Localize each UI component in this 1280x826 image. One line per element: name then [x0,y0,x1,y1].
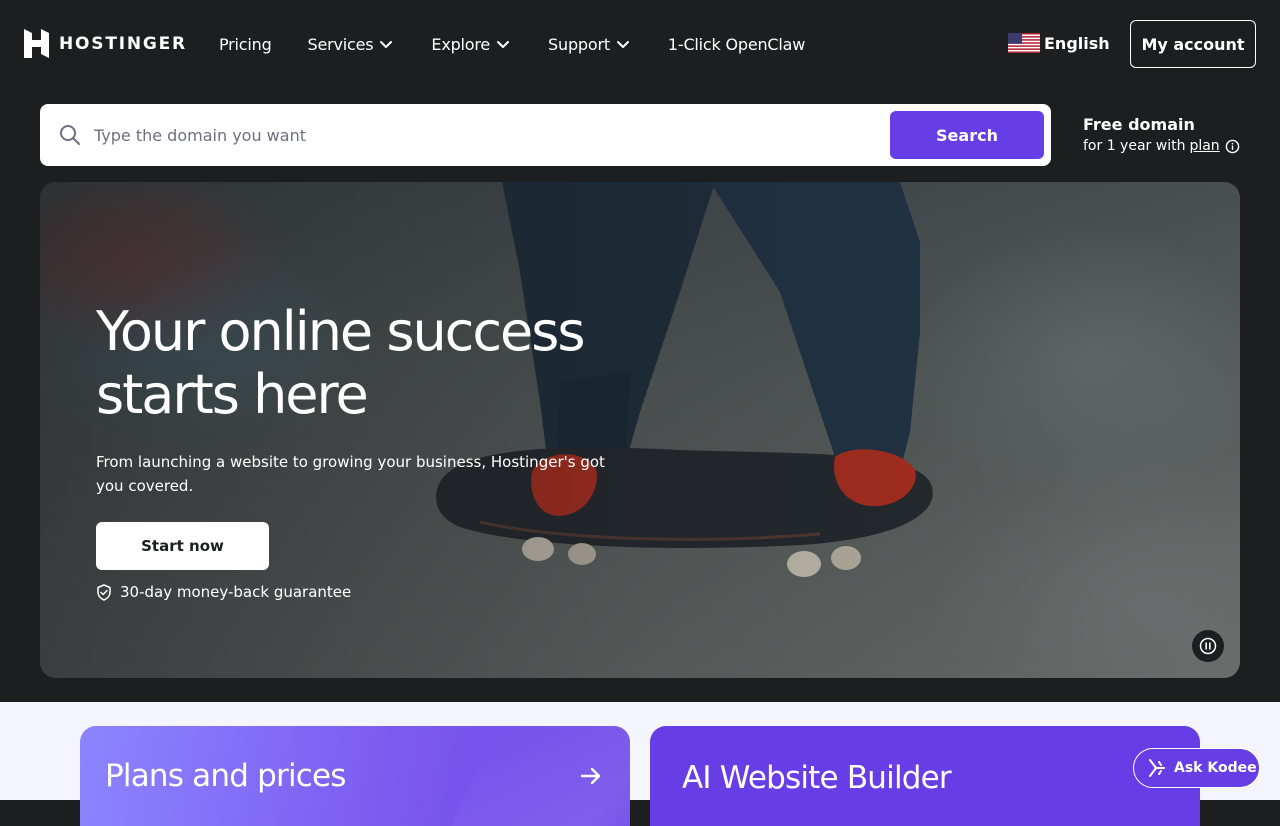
nav-services-label: Services [307,34,374,54]
chevron-down-icon [616,41,629,48]
hero-banner: Your online success starts here From lau… [40,182,1240,678]
shield-check-icon [97,583,111,601]
domain-search-bar: Search [40,104,1051,166]
nav-openclaw-label: 1-Click OpenClaw [667,34,806,54]
my-account-button[interactable]: My account [1130,20,1256,68]
nav-pricing-label: Pricing [219,34,272,54]
language-selector[interactable]: English [1008,33,1110,53]
guarantee-text: 30-day money-back guarantee [120,583,352,601]
ai-website-builder-card[interactable]: AI Website Builder [650,726,1200,826]
search-button[interactable]: Search [890,111,1044,159]
product-cards-section: Plans and prices AI Website Builder [0,702,1280,826]
site-header: HOSTINGER Pricing Services Explore Suppo… [0,0,1280,88]
ask-kodee-label: Ask Kodee [1174,760,1257,776]
free-domain-title: Free domain [1083,115,1195,134]
nav-support[interactable]: Support [548,32,632,56]
chevron-down-icon [380,41,393,48]
us-flag-icon [1008,33,1040,53]
ai-card-title: AI Website Builder [682,760,952,796]
hero-overlay [40,182,1240,678]
nav-explore[interactable]: Explore [431,32,512,56]
hero-title: Your online success starts here [96,300,656,426]
hero-title-line2: starts here [96,363,369,426]
hostinger-logo[interactable]: HOSTINGER [24,29,187,58]
nav-services[interactable]: Services [308,32,396,56]
language-label: English [1044,33,1110,53]
free-domain-info: Free domain for 1 year with plan [1083,115,1240,154]
free-domain-subtitle: for 1 year with plan [1083,138,1240,154]
plan-link[interactable]: plan [1189,138,1219,154]
free-domain-subtitle-text: for 1 year with [1083,138,1186,154]
money-back-guarantee: 30-day money-back guarantee [96,583,351,601]
main-nav: Pricing Services Explore Support 1-Click… [219,32,841,56]
info-icon[interactable] [1225,139,1240,154]
chevron-down-icon [497,41,510,48]
domain-search-input[interactable] [94,118,874,152]
nav-explore-label: Explore [431,34,491,54]
hero-subtitle: From launching a website to growing your… [96,453,605,495]
plans-card-title: Plans and prices [105,758,346,794]
nav-pricing[interactable]: Pricing [219,32,272,56]
nav-openclaw[interactable]: 1-Click OpenClaw [668,32,805,56]
brand-name: HOSTINGER [59,33,187,54]
plans-and-prices-card[interactable]: Plans and prices [80,726,630,826]
hero-title-line1: Your online success [96,300,586,363]
ask-kodee-button[interactable]: Ask Kodee [1133,748,1260,788]
pause-icon [1199,637,1217,655]
pause-video-button[interactable] [1192,630,1224,662]
hostinger-logo-icon [24,29,49,58]
arrow-right-icon [580,767,601,785]
nav-support-label: Support [548,34,610,54]
start-now-button[interactable]: Start now [96,522,269,570]
kodee-sparkle-icon [1149,759,1165,777]
search-icon [60,125,80,145]
